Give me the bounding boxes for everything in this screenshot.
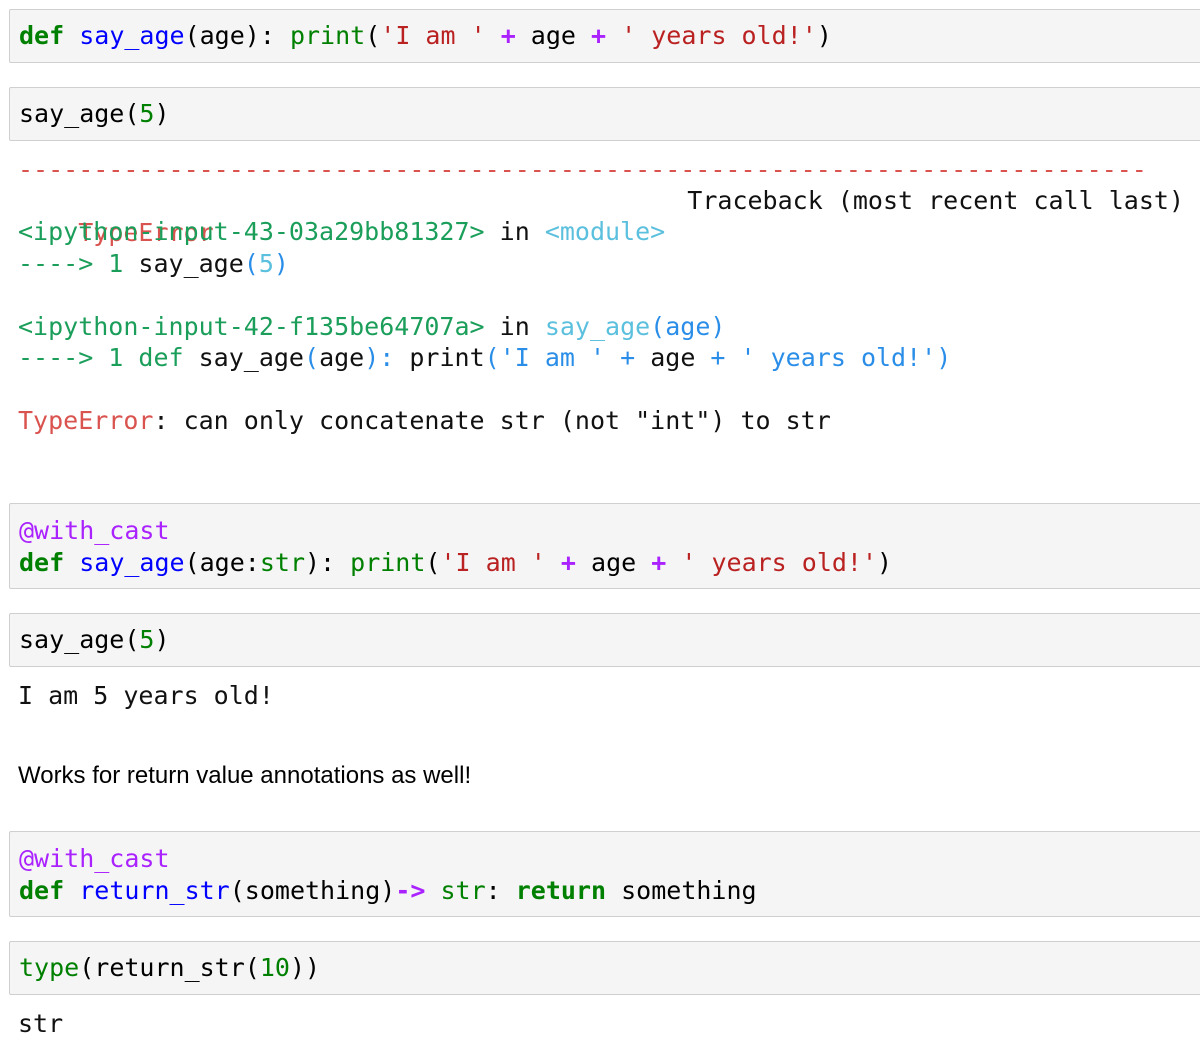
code-text: ( bbox=[425, 548, 441, 577]
code-text: say_age bbox=[183, 343, 304, 372]
code-cell-call-say-age-2[interactable]: say_age(5) bbox=[9, 613, 1200, 667]
code-text: ( bbox=[365, 21, 381, 50]
string-literal: 'I am ' bbox=[380, 21, 486, 50]
code-text: + bbox=[605, 343, 651, 372]
code-text: ): bbox=[305, 548, 351, 577]
code-text: something bbox=[606, 876, 757, 905]
traceback-frame-1: <ipython-input-43-03a29bb81327> in <modu… bbox=[18, 216, 665, 248]
code-text: ) bbox=[877, 548, 893, 577]
keyword: def bbox=[19, 548, 65, 577]
traceback-separator: ----------------------------------------… bbox=[18, 155, 1147, 184]
line-arrow: ----> 1 bbox=[18, 343, 124, 372]
code-cell-define-say-age[interactable]: def say_age(age): print('I am ' + age + … bbox=[9, 9, 1200, 63]
number-literal: 10 bbox=[259, 953, 290, 982]
code-text: age bbox=[515, 21, 592, 50]
error-text: : can only concatenate str (not "int") t… bbox=[153, 406, 831, 435]
builtin: str bbox=[259, 548, 305, 577]
frame-scope: <module> bbox=[544, 217, 666, 246]
keyword: def bbox=[19, 21, 65, 50]
code-text: ) bbox=[154, 625, 170, 654]
traceback-frame-2: <ipython-input-42-f135be64707a> in say_a… bbox=[18, 311, 725, 343]
code-line: def say_age(age): print('I am ' + age + … bbox=[19, 20, 832, 52]
code-text: (age): bbox=[184, 21, 290, 50]
function-name: say_age bbox=[79, 21, 185, 50]
number-literal: 5 bbox=[139, 99, 155, 128]
code-text: ): bbox=[364, 343, 395, 372]
code-line: def return_str(something)-> str: return … bbox=[19, 875, 757, 907]
keyword: return bbox=[515, 876, 607, 905]
ipython-input-ref: <ipython-input-43-03a29bb81327> bbox=[18, 217, 485, 246]
keyword: def bbox=[19, 876, 65, 905]
code-text: (age: bbox=[184, 548, 260, 577]
code-cell-return-str[interactable]: @with_cast def return_str(something)-> s… bbox=[9, 831, 1200, 917]
builtin: print bbox=[350, 548, 426, 577]
decorator: @with_cast bbox=[19, 516, 170, 545]
function-name: say_age bbox=[79, 548, 185, 577]
line-arrow: ----> 1 bbox=[18, 249, 124, 278]
error-name: TypeError bbox=[18, 406, 154, 435]
operator: + bbox=[500, 21, 516, 50]
code-cell-decorated-say-age[interactable]: @with_cast def say_age(age:str): print('… bbox=[9, 503, 1200, 589]
traceback-in: in bbox=[484, 312, 545, 341]
code-text: (return_str( bbox=[79, 953, 260, 982]
frame-args: (age) bbox=[650, 312, 726, 341]
builtin: print bbox=[289, 21, 366, 50]
ipython-input-ref: <ipython-input-42-f135be64707a> bbox=[18, 312, 485, 341]
code-text: ) bbox=[816, 21, 832, 50]
code-line: say_age(5) bbox=[19, 98, 170, 130]
traceback-label: Traceback (most recent call last) bbox=[687, 186, 1184, 215]
code-text: ( bbox=[484, 343, 500, 372]
operator: + bbox=[651, 548, 667, 577]
code-line: def say_age(age:str): print('I am ' + ag… bbox=[19, 547, 892, 579]
code-text: age bbox=[650, 343, 696, 372]
string-literal: ' years old!' bbox=[681, 548, 878, 577]
code-text: ( bbox=[124, 625, 140, 654]
code-text: + bbox=[695, 343, 741, 372]
code-text: age bbox=[575, 548, 652, 577]
traceback-frame-2-code: ----> 1 def say_age(age): print('I am ' … bbox=[18, 342, 951, 374]
traceback-frame-1-code: ----> 1 say_age(5) bbox=[18, 248, 289, 280]
code-text: (something) bbox=[229, 876, 396, 905]
code-text: 'I am ' bbox=[499, 343, 606, 372]
code-text: ( bbox=[304, 343, 320, 372]
code-text: ) bbox=[154, 99, 170, 128]
frame-scope: say_age bbox=[544, 312, 651, 341]
code-text: ) bbox=[936, 343, 952, 372]
function-name: return_str bbox=[79, 876, 230, 905]
operator: + bbox=[560, 548, 576, 577]
code-text: ) bbox=[273, 249, 289, 278]
code-cell-type-check[interactable]: type(return_str(10)) bbox=[9, 941, 1200, 995]
code-text: ( bbox=[124, 99, 140, 128]
traceback-in: in bbox=[484, 217, 545, 246]
code-text: print bbox=[394, 343, 485, 372]
number-literal: 5 bbox=[139, 625, 155, 654]
traceback-error-message: TypeError: can only concatenate str (not… bbox=[18, 405, 831, 437]
function-call: say_age bbox=[19, 99, 125, 128]
code-line: type(return_str(10)) bbox=[19, 952, 320, 984]
code-text: age bbox=[319, 343, 365, 372]
markdown-text: Works for return value annotations as we… bbox=[18, 762, 472, 789]
builtin: type bbox=[19, 953, 80, 982]
code-text: 5 bbox=[258, 249, 274, 278]
code-cell-call-say-age[interactable]: say_age(5) bbox=[9, 87, 1200, 141]
code-text: ( bbox=[243, 249, 259, 278]
code-text: say_age bbox=[123, 249, 244, 278]
code-text: )) bbox=[289, 953, 321, 982]
function-call: say_age bbox=[19, 625, 125, 654]
return-arrow: -> bbox=[395, 876, 426, 905]
operator: + bbox=[591, 21, 607, 50]
decorator: @with_cast bbox=[19, 844, 170, 873]
string-literal: ' years old!' bbox=[621, 21, 817, 50]
code-line: say_age(5) bbox=[19, 624, 170, 656]
builtin: str bbox=[425, 876, 486, 905]
cell-output: str bbox=[18, 1009, 64, 1038]
cell-output: I am 5 years old! bbox=[18, 681, 274, 710]
code-text: ' years old!' bbox=[740, 343, 937, 372]
code-text: def bbox=[123, 343, 184, 372]
code-text: : bbox=[485, 876, 516, 905]
string-literal: 'I am ' bbox=[440, 548, 546, 577]
